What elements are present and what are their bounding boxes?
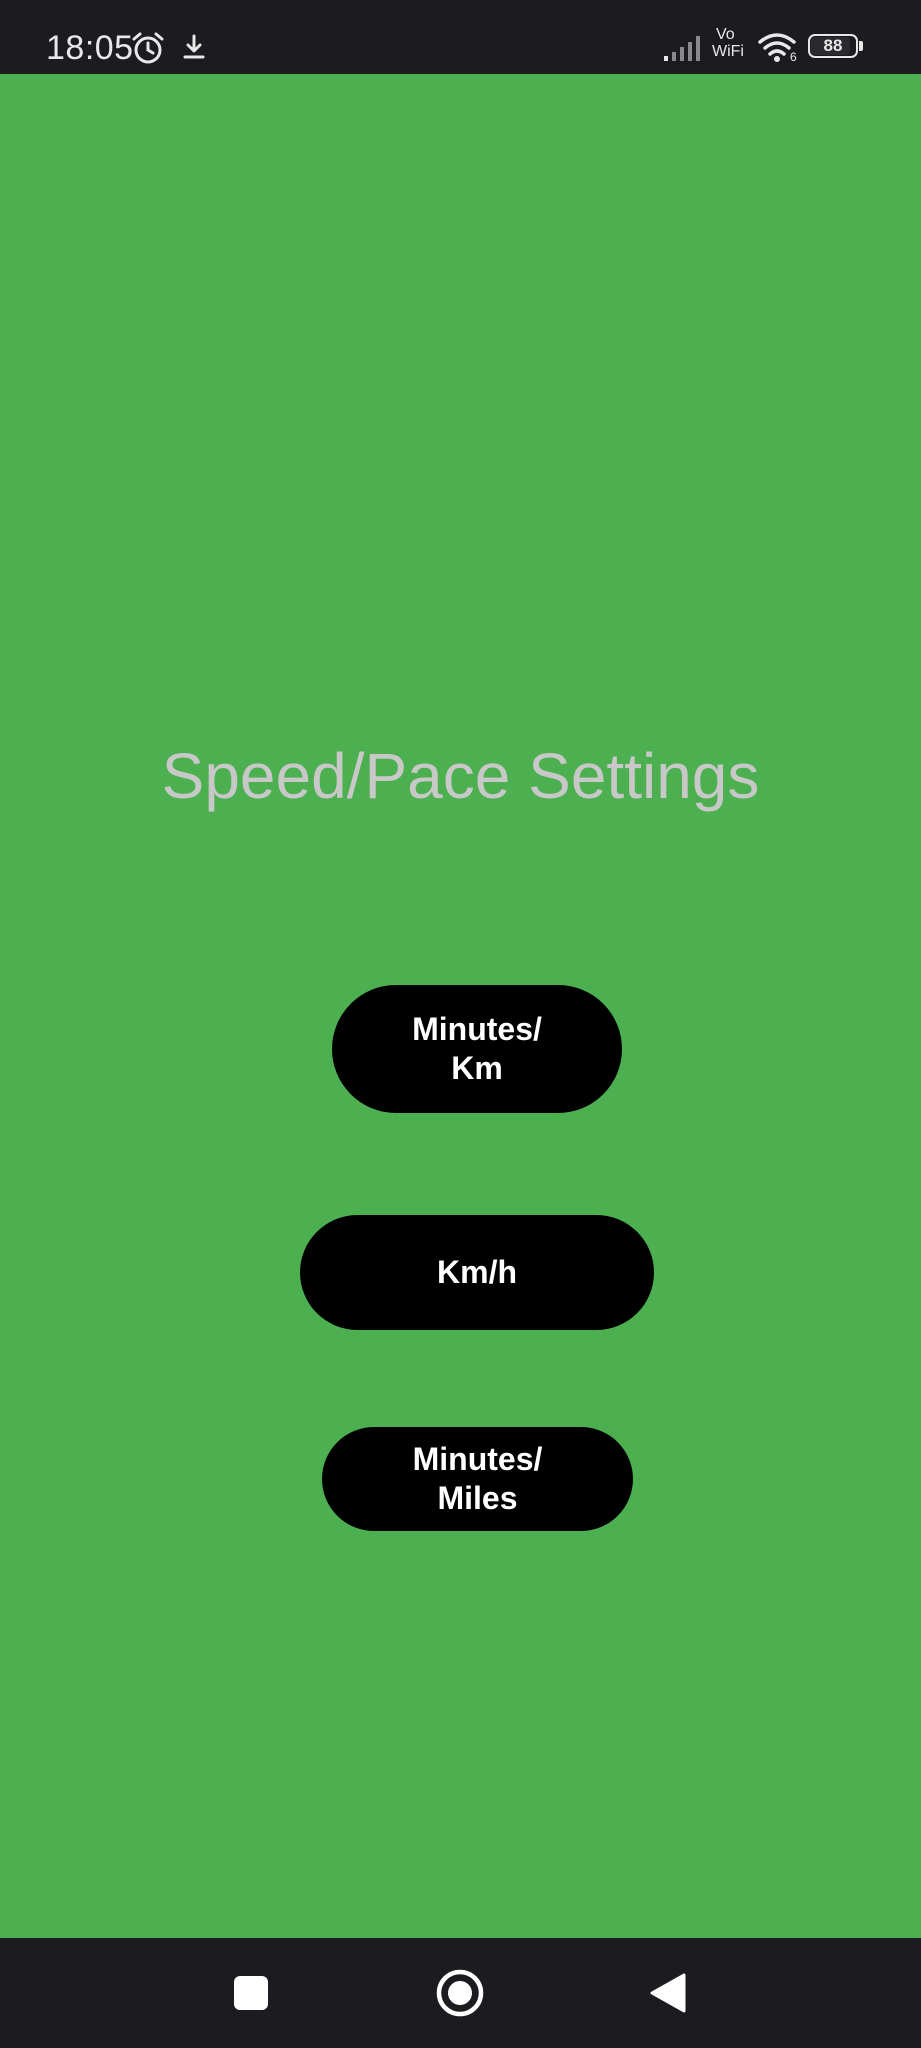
navigation-bar [0, 1938, 921, 2048]
download-icon [180, 32, 208, 64]
battery-cap [859, 41, 863, 51]
vowifi-icon: Vo WiFi [712, 26, 756, 66]
page-title: Speed/Pace Settings [161, 740, 760, 812]
signal-icon [662, 32, 706, 64]
wifi-icon: 6 [756, 28, 800, 66]
minutes-per-km-button[interactable]: Minutes/ Km [332, 985, 622, 1113]
status-bar: 18:05 Vo WiFi 6 88 [0, 0, 921, 74]
battery-icon: 88 [808, 34, 866, 62]
wifi-badge: 6 [790, 50, 797, 64]
minutes-per-mile-label: Minutes/ Miles [412, 1441, 543, 1516]
home-icon[interactable] [435, 1968, 485, 2018]
vowifi-label-bottom: WiFi [712, 43, 744, 60]
minutes-per-km-label: Minutes/ Km [412, 1011, 542, 1086]
vowifi-label-top: Vo [716, 26, 735, 43]
km-per-hour-button[interactable]: Km/h [300, 1215, 654, 1330]
recents-icon[interactable] [234, 1976, 270, 2012]
alarm-icon [130, 30, 166, 66]
recents-square [234, 1976, 268, 2010]
status-time: 18:05 [46, 29, 134, 67]
main-content: Speed/Pace Settings Minutes/ Km Km/h Min… [0, 74, 921, 1938]
back-icon[interactable] [648, 1972, 688, 2014]
battery-level-text: 88 [823, 36, 843, 55]
minutes-per-mile-button[interactable]: Minutes/ Miles [322, 1427, 633, 1531]
km-per-hour-label: Km/h [437, 1254, 517, 1290]
